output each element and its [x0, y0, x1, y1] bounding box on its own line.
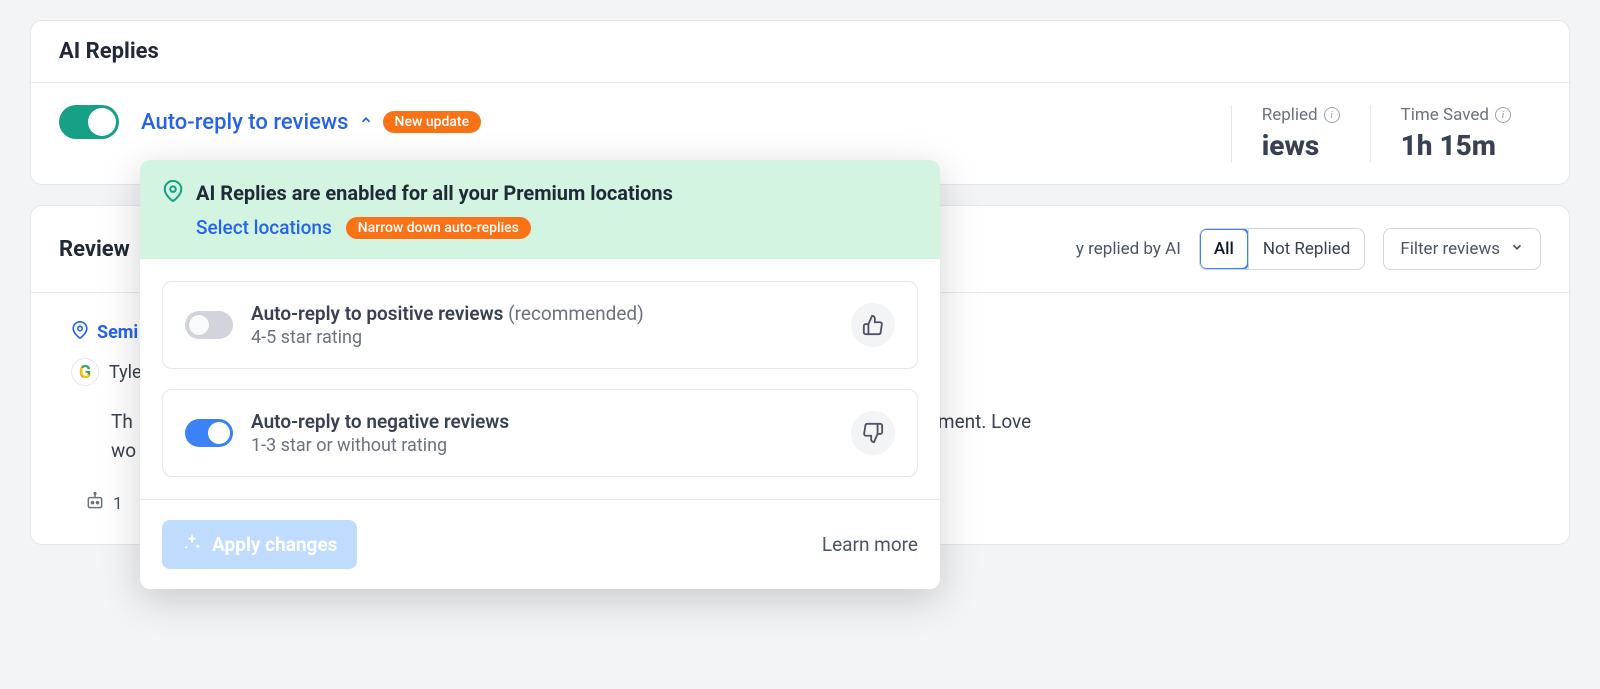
- ai-replies-title: AI Replies: [31, 21, 1569, 83]
- option-positive-title: Auto-reply to positive reviews: [251, 302, 503, 325]
- auto-reply-popover: AI Replies are enabled for all your Prem…: [140, 160, 940, 589]
- apply-changes-label: Apply changes: [212, 533, 337, 556]
- reviews-controls: y replied by AI All Not Replied Filter r…: [1076, 228, 1541, 270]
- stat-replied-label: Replied i: [1262, 105, 1340, 125]
- robot-icon: [85, 491, 105, 516]
- option-positive-text: Auto-reply to positive reviews (recommen…: [251, 302, 833, 348]
- sparkle-icon: [182, 532, 202, 557]
- option-negative-sub: 1-3 star or without rating: [251, 435, 833, 456]
- stat-time-saved-value: 1h 15m: [1401, 129, 1511, 162]
- thumbs-down-icon: [851, 411, 895, 455]
- toggle-knob: [188, 314, 210, 336]
- option-positive-reviews: Auto-reply to positive reviews (recommen…: [162, 281, 918, 369]
- toggle-knob: [88, 108, 116, 136]
- review-text-line2: wo: [111, 439, 136, 462]
- pin-icon: [162, 180, 184, 206]
- review-location-text: Semi: [97, 322, 138, 343]
- option-negative-reviews: Auto-reply to negative reviews 1-3 star …: [162, 389, 918, 477]
- stat-replied: Replied i iews: [1231, 105, 1370, 162]
- chevron-up-icon: [359, 113, 373, 131]
- stat-time-saved-label-text: Time Saved: [1401, 105, 1489, 125]
- apply-changes-button[interactable]: Apply changes: [162, 520, 357, 569]
- stat-time-saved-label: Time Saved i: [1401, 105, 1511, 125]
- auto-reply-master-toggle[interactable]: [59, 105, 119, 139]
- option-positive-hint: (recommended): [508, 302, 644, 325]
- thumbs-up-icon: [851, 303, 895, 347]
- ai-replies-left: Auto-reply to reviews New update: [59, 105, 1231, 139]
- auto-reply-link[interactable]: Auto-reply to reviews: [141, 110, 349, 135]
- review-text-start: Th: [111, 410, 133, 433]
- narrow-badge: Narrow down auto-replies: [346, 217, 531, 239]
- review-meta-count: 1: [113, 494, 123, 514]
- option-negative-title: Auto-reply to negative reviews: [251, 410, 509, 433]
- stat-replied-value: iews: [1262, 129, 1340, 162]
- popover-footer: Apply changes Learn more: [140, 499, 940, 589]
- review-user-name: Tyle: [109, 362, 142, 383]
- auto-reply-row: Auto-reply to reviews New update: [141, 110, 481, 135]
- popover-header: AI Replies are enabled for all your Prem…: [140, 160, 940, 259]
- replied-filter-segment: All Not Replied: [1199, 228, 1365, 270]
- reviews-title: Review: [59, 237, 130, 262]
- option-negative-text: Auto-reply to negative reviews 1-3 star …: [251, 410, 833, 456]
- toggle-positive[interactable]: [185, 311, 233, 339]
- toggle-knob: [208, 422, 230, 444]
- info-icon[interactable]: i: [1324, 107, 1340, 123]
- stat-replied-label-text: Replied: [1262, 105, 1318, 125]
- select-locations-link[interactable]: Select locations: [196, 216, 332, 239]
- popover-title: AI Replies are enabled for all your Prem…: [196, 181, 673, 205]
- learn-more-link[interactable]: Learn more: [822, 533, 918, 556]
- chevron-down-icon: [1510, 239, 1524, 259]
- new-update-badge: New update: [383, 111, 482, 133]
- google-icon: G: [71, 358, 99, 386]
- toggle-negative[interactable]: [185, 419, 233, 447]
- info-icon[interactable]: i: [1495, 107, 1511, 123]
- pin-icon: [71, 321, 89, 344]
- option-positive-sub: 4-5 star rating: [251, 327, 833, 348]
- seg-not-replied[interactable]: Not Replied: [1248, 229, 1365, 269]
- ai-replies-stats: Replied i iews Time Saved i 1h 15m: [1231, 105, 1541, 162]
- popover-body: Auto-reply to positive reviews (recommen…: [140, 259, 940, 499]
- seg-all[interactable]: All: [1200, 229, 1248, 269]
- replied-by-ai-label: y replied by AI: [1076, 239, 1181, 259]
- filter-reviews-button[interactable]: Filter reviews: [1383, 228, 1541, 270]
- filter-reviews-label: Filter reviews: [1400, 239, 1500, 259]
- stat-time-saved: Time Saved i 1h 15m: [1370, 105, 1541, 162]
